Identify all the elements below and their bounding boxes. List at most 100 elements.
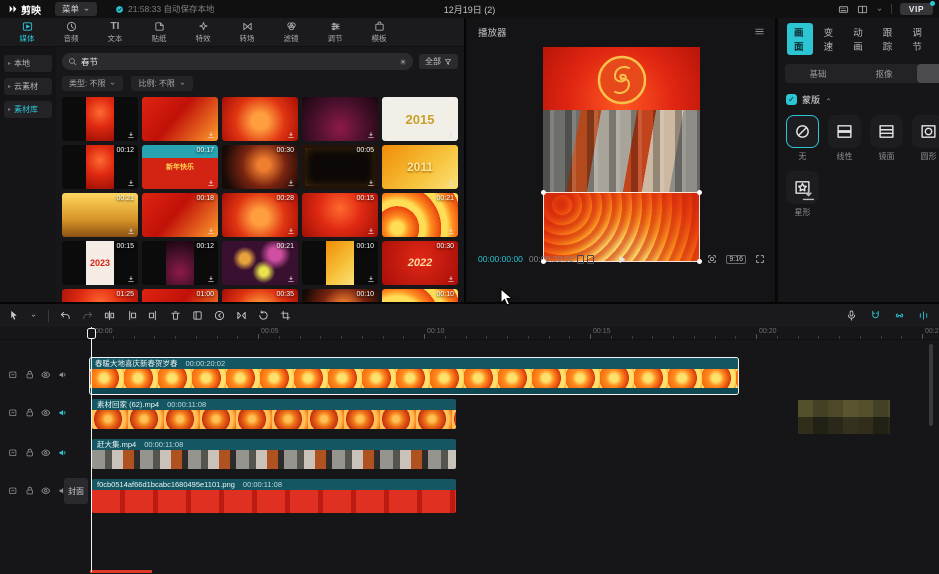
type-filter[interactable]: 类型: 不限 <box>62 76 123 91</box>
toolbar-item-sticker[interactable]: 贴纸 <box>138 21 180 44</box>
mirror-icon[interactable] <box>236 310 247 321</box>
clear-search-icon[interactable] <box>399 58 407 66</box>
lock-icon[interactable] <box>25 408 35 418</box>
download-icon[interactable] <box>207 179 215 187</box>
media-thumbnail[interactable] <box>62 97 138 141</box>
selection-handle[interactable] <box>697 190 702 195</box>
media-thumbnail[interactable] <box>222 97 298 141</box>
download-icon[interactable] <box>287 275 295 283</box>
selection-handle[interactable] <box>541 259 546 264</box>
timeline-ruler[interactable]: 00:0000:0500:1000:1500:2000:25 <box>0 327 939 340</box>
undo-icon[interactable] <box>60 310 71 321</box>
quality-icon[interactable] <box>587 255 594 264</box>
media-thumbnail[interactable]: 202300:15 <box>62 241 138 285</box>
snap-icon[interactable] <box>870 310 881 321</box>
search-box[interactable] <box>62 53 413 70</box>
vip-badge[interactable]: VIP <box>900 3 933 15</box>
layout-caret-icon[interactable] <box>876 6 883 13</box>
download-icon[interactable] <box>367 227 375 235</box>
media-thumbnail[interactable]: 00:21 <box>382 193 458 237</box>
rotate-icon[interactable] <box>258 310 269 321</box>
download-icon[interactable] <box>447 179 455 187</box>
redo-icon[interactable] <box>82 310 93 321</box>
track-type-icon[interactable] <box>8 408 18 418</box>
focus-preview-icon[interactable] <box>707 254 717 264</box>
sidebar-item-2[interactable]: ▸素材库 <box>4 101 52 118</box>
download-icon[interactable] <box>367 275 375 283</box>
media-thumbnail[interactable]: 202200:30 <box>382 241 458 285</box>
shortcut-keyboard-icon[interactable] <box>838 4 849 15</box>
download-icon[interactable] <box>207 275 215 283</box>
ratio-filter[interactable]: 比例: 不限 <box>131 76 192 91</box>
media-thumbnail[interactable] <box>142 97 218 141</box>
download-icon[interactable] <box>287 227 295 235</box>
mask-option-maskcircle[interactable]: 圆形 <box>912 115 939 162</box>
mute-icon[interactable] <box>58 448 68 458</box>
media-thumbnail[interactable]: 00:12 <box>142 241 218 285</box>
inspector-tab-0[interactable]: 画面 <box>787 23 813 55</box>
split-icon[interactable] <box>104 310 115 321</box>
preview-axis-icon[interactable] <box>918 310 929 321</box>
download-icon[interactable] <box>447 275 455 283</box>
freeze-icon[interactable] <box>192 310 203 321</box>
timeline-clip-0[interactable]: 春暖大地喜庆新春贺岁春00:00:20:02 <box>90 358 738 394</box>
visibility-icon[interactable] <box>41 408 51 418</box>
mute-icon[interactable] <box>58 370 68 380</box>
crop-left-icon[interactable] <box>126 310 137 321</box>
media-thumbnail[interactable]: 00:10 <box>382 289 458 303</box>
timeline-clip-3[interactable]: f0cb0514af66d1bcabc1680495e1101.png00:00… <box>92 479 456 513</box>
cover-button[interactable]: 封面 <box>64 478 88 504</box>
track-type-icon[interactable] <box>8 370 18 380</box>
lock-icon[interactable] <box>25 370 35 380</box>
media-thumbnail[interactable]: 00:15 <box>302 193 378 237</box>
download-icon[interactable] <box>127 179 135 187</box>
download-icon[interactable] <box>207 227 215 235</box>
filter-all-button[interactable]: 全部 <box>419 54 458 69</box>
timeline-clip-1[interactable]: 素材回家 (62).mp400:00:11:08 <box>92 399 456 429</box>
chevron-up-icon[interactable] <box>825 96 832 103</box>
mask-option-masklinear[interactable]: 线性 <box>828 115 861 162</box>
sidebar-item-0[interactable]: ▸本地 <box>4 55 52 72</box>
menu-button[interactable]: 菜单 <box>55 2 97 16</box>
media-thumbnail[interactable] <box>302 97 378 141</box>
media-thumbnail[interactable]: 00:21 <box>222 241 298 285</box>
timeline-vertical-scrollbar[interactable] <box>929 344 933 426</box>
lock-icon[interactable] <box>25 448 35 458</box>
download-icon[interactable] <box>287 179 295 187</box>
selection-handle[interactable] <box>697 259 702 264</box>
crop-right-icon[interactable] <box>148 310 159 321</box>
inspector-tab-3[interactable]: 跟踪 <box>876 23 902 55</box>
media-thumbnail[interactable]: 01:00 <box>142 289 218 303</box>
inspector-subtab-0[interactable]: 基础 <box>785 64 851 83</box>
media-thumbnail[interactable]: 00:10 <box>302 289 378 303</box>
toolbar-item-template[interactable]: 模板 <box>358 21 400 44</box>
media-thumbnail[interactable]: 新年快乐00:17 <box>142 145 218 189</box>
toolbar-item-filter[interactable]: 滤镜 <box>270 21 312 44</box>
reverse-icon[interactable] <box>214 310 225 321</box>
timeline-clip-2[interactable]: 赶大集.mp400:00:11:08 <box>92 439 456 469</box>
media-thumbnail[interactable]: 00:10 <box>302 241 378 285</box>
select-tool-icon[interactable] <box>8 310 19 321</box>
toolbar-item-adjust[interactable]: 调节 <box>314 21 356 44</box>
visibility-icon[interactable] <box>41 370 51 380</box>
inspector-tab-2[interactable]: 动画 <box>846 23 872 55</box>
toolbar-item-transition[interactable]: 转场 <box>226 21 268 44</box>
inspector-tab-1[interactable]: 变速 <box>817 23 843 55</box>
download-icon[interactable] <box>447 131 455 139</box>
quality-icon[interactable] <box>577 255 584 264</box>
crop-icon[interactable] <box>280 310 291 321</box>
download-icon[interactable] <box>367 131 375 139</box>
inspector-subtab-1[interactable]: 抠像 <box>851 64 917 83</box>
record-mic-icon[interactable] <box>846 310 857 321</box>
media-thumbnail[interactable]: 01:25 <box>62 289 138 303</box>
playhead-line[interactable] <box>91 327 92 572</box>
download-icon[interactable] <box>207 131 215 139</box>
player-menu-icon[interactable] <box>754 26 765 37</box>
visibility-icon[interactable] <box>41 448 51 458</box>
mask-option-maskmirror[interactable]: 镜面 <box>870 115 903 162</box>
media-thumbnail[interactable]: 00:12 <box>62 145 138 189</box>
media-thumbnail[interactable]: 00:30 <box>222 145 298 189</box>
fullscreen-icon[interactable] <box>755 254 765 264</box>
lock-icon[interactable] <box>25 486 35 496</box>
media-thumbnail[interactable]: 00:21 <box>62 193 138 237</box>
